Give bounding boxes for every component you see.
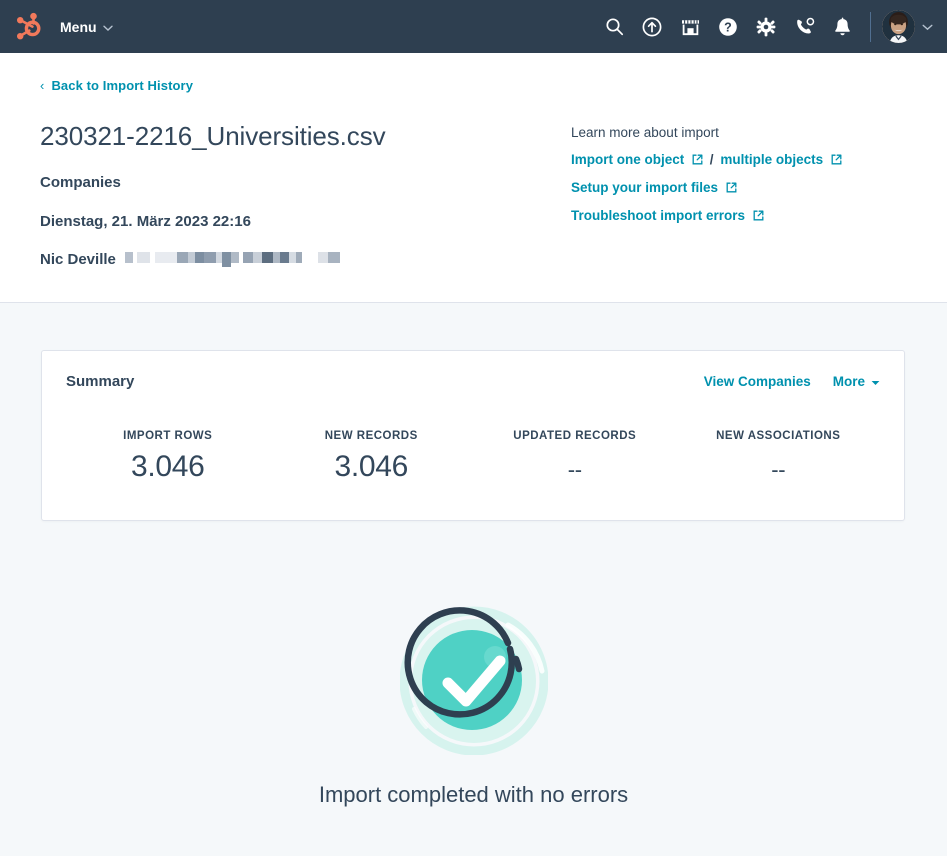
summary-title: Summary (66, 373, 135, 390)
external-link-icon (831, 153, 842, 168)
setup-your-import-files-link[interactable]: Setup your import files (571, 180, 737, 195)
troubleshoot-import-errors-label: Troubleshoot import errors (571, 208, 746, 223)
troubleshoot-errors-line: Troubleshoot import errors (571, 208, 907, 224)
setup-import-files-line: Setup your import files (571, 180, 907, 196)
view-companies-button[interactable]: View Companies (704, 374, 811, 389)
troubleshoot-import-errors-link[interactable]: Troubleshoot import errors (571, 208, 764, 223)
stat-new-associations: NEW ASSOCIATIONS -- (677, 430, 881, 490)
main-menu-button[interactable]: Menu (58, 15, 115, 39)
marketplace-storefront-icon[interactable] (671, 8, 709, 46)
external-link-icon (726, 181, 737, 196)
import-header-section: ‹ Back to Import History 230321-2216_Uni… (0, 53, 947, 303)
page-title: 230321-2216_Universities.csv (40, 121, 386, 151)
search-icon[interactable] (595, 8, 633, 46)
stat-value: -- (567, 457, 582, 482)
learn-more-label: Learn more about import (571, 125, 719, 140)
stat-label: NEW RECORDS (324, 430, 418, 442)
success-check-circle-icon (399, 605, 548, 760)
account-menu-button[interactable] (882, 10, 933, 43)
back-to-import-history-link[interactable]: ‹ Back to Import History (40, 78, 193, 93)
import-date: Dienstag, 21. März 2023 22:16 (40, 213, 251, 230)
stat-label: IMPORT ROWS (123, 430, 213, 442)
chevron-down-icon (922, 18, 933, 36)
stat-updated-records: UPDATED RECORDS -- (473, 430, 677, 490)
import-user-name: Nic Deville (40, 251, 116, 268)
import-one-object-link[interactable]: Import one object (571, 152, 707, 167)
nav-icon-group: ? (595, 8, 933, 46)
more-dropdown-button[interactable]: More (833, 374, 880, 389)
settings-gear-icon[interactable] (747, 8, 785, 46)
hubspot-sprocket-logo[interactable] (12, 11, 44, 43)
caret-down-icon (871, 374, 880, 389)
summary-card: Summary View Companies More IMPORT ROWS … (41, 350, 905, 521)
import-object-type: Companies (40, 174, 121, 191)
import-result-section: Import completed with no errors (0, 605, 947, 808)
phone-call-icon[interactable] (785, 8, 823, 46)
external-link-icon (692, 153, 703, 168)
stat-value: 3.046 (130, 450, 205, 483)
user-avatar[interactable] (882, 10, 915, 43)
help-question-icon[interactable]: ? (709, 8, 747, 46)
summary-card-actions: View Companies More (704, 374, 880, 389)
import-one-object-label: Import one object (571, 152, 685, 167)
external-link-icon (753, 209, 764, 224)
back-link-label: Back to Import History (51, 78, 194, 93)
stat-label: UPDATED RECORDS (513, 430, 637, 442)
import-result-message: Import completed with no errors (318, 782, 629, 807)
redacted-email (124, 252, 340, 267)
setup-import-files-label: Setup your import files (571, 180, 719, 195)
import-user-row: Nic Deville (40, 251, 571, 268)
multiple-objects-label: multiple objects (720, 152, 824, 167)
stat-import-rows: IMPORT ROWS 3.046 (66, 430, 270, 490)
summary-card-header: Summary View Companies More (66, 373, 880, 390)
main-menu-label: Menu (60, 18, 97, 35)
notifications-bell-icon[interactable] (823, 8, 861, 46)
link-separator: / (709, 152, 714, 167)
chevron-left-icon: ‹ (40, 78, 45, 93)
stat-label: NEW ASSOCIATIONS (716, 430, 841, 442)
summary-stats-row: IMPORT ROWS 3.046 NEW RECORDS 3.046 UPDA… (66, 430, 880, 490)
multiple-objects-link[interactable]: multiple objects (720, 152, 842, 167)
svg-text:?: ? (724, 20, 732, 34)
upgrade-arrow-icon[interactable] (633, 8, 671, 46)
stat-value: -- (771, 457, 786, 482)
stat-value: 3.046 (334, 450, 409, 483)
chevron-down-icon (102, 19, 113, 35)
top-navigation-bar: Menu ? (0, 0, 947, 53)
more-label: More (832, 374, 865, 389)
import-header-left: ‹ Back to Import History 230321-2216_Uni… (40, 77, 571, 268)
learn-more-panel: Learn more about import Import one objec… (571, 77, 907, 268)
nav-divider (870, 11, 871, 42)
import-objects-link-line: Import one object / multiple objects (571, 152, 907, 168)
stat-new-records: NEW RECORDS 3.046 (270, 430, 474, 490)
